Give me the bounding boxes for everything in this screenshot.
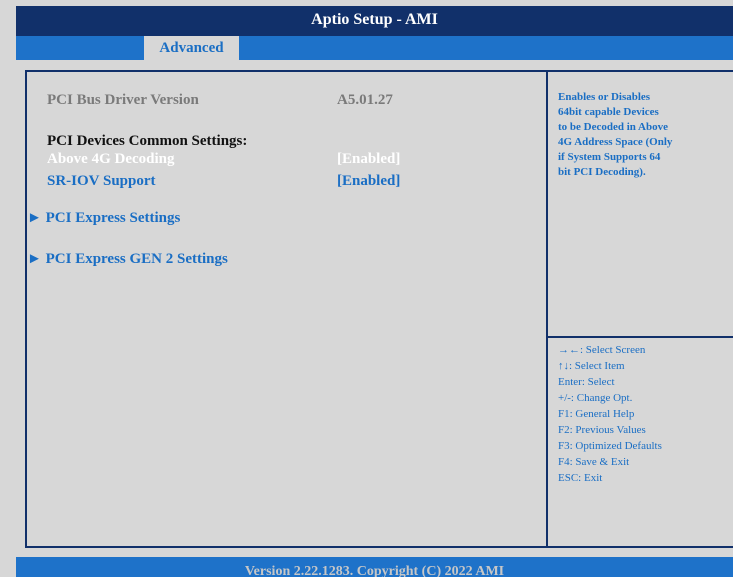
- title-bar: Aptio Setup - AMI: [16, 6, 733, 36]
- submenu-pci-express-settings[interactable]: ► PCI Express Settings: [27, 209, 180, 227]
- footer-bar: Version 2.22.1283. Copyright (C) 2022 AM…: [16, 557, 733, 577]
- setting-label: Above 4G Decoding: [47, 151, 175, 167]
- key-change-opt: +/-: Change Opt.: [558, 392, 633, 404]
- main-panel: PCI Bus Driver Version A5.01.27 PCI Devi…: [25, 70, 548, 548]
- app-title: Aptio Setup - AMI: [311, 11, 438, 28]
- setting-above-4g-decoding-value[interactable]: [Enabled]: [337, 150, 400, 168]
- setting-label: SR-IOV Support: [47, 173, 156, 189]
- setting-sr-iov-support-value[interactable]: [Enabled]: [337, 172, 400, 190]
- key-general-help: F1: General Help: [558, 408, 635, 420]
- setting-above-4g-decoding[interactable]: Above 4G Decoding: [47, 150, 175, 168]
- key-optimized-defaults: F3: Optimized Defaults: [558, 440, 662, 452]
- key-select-screen: →←: Select Screen: [558, 344, 646, 356]
- version-copyright: Version 2.22.1283. Copyright (C) 2022 AM…: [244, 564, 505, 577]
- help-panel: Enables or Disables 64bit capable Device…: [546, 70, 733, 548]
- setting-sr-iov-support[interactable]: SR-IOV Support: [47, 172, 156, 190]
- submenu-label: PCI Express GEN 2 Settings: [45, 251, 228, 267]
- key-enter-select: Enter: Select: [558, 376, 615, 388]
- section-title: PCI Devices Common Settings:: [47, 133, 248, 149]
- help-divider: [548, 336, 733, 338]
- tab-advanced[interactable]: Advanced: [144, 36, 239, 60]
- key-save-exit: F4: Save & Exit: [558, 456, 630, 468]
- submenu-label: PCI Express Settings: [45, 210, 181, 226]
- key-legend: →←: Select Screen ↑↓: Select Item Enter:…: [558, 342, 728, 486]
- key-previous-values: F2: Previous Values: [558, 424, 646, 436]
- submenu-pci-express-gen2-settings[interactable]: ► PCI Express GEN 2 Settings: [27, 250, 228, 268]
- key-select-item: ↑↓: Select Item: [558, 360, 625, 372]
- submenu-arrow-icon: ►: [27, 251, 42, 267]
- bios-screen: Aptio Setup - AMI Advanced PCI Bus Drive…: [0, 0, 733, 577]
- tab-bar: Advanced: [16, 36, 733, 60]
- submenu-arrow-icon: ►: [27, 210, 42, 226]
- key-esc-exit: ESC: Exit: [558, 472, 603, 484]
- driver-version-label: PCI Bus Driver Version: [47, 92, 199, 108]
- driver-version-value: A5.01.27: [337, 92, 393, 108]
- help-description: Enables or Disables 64bit capable Device…: [558, 91, 673, 178]
